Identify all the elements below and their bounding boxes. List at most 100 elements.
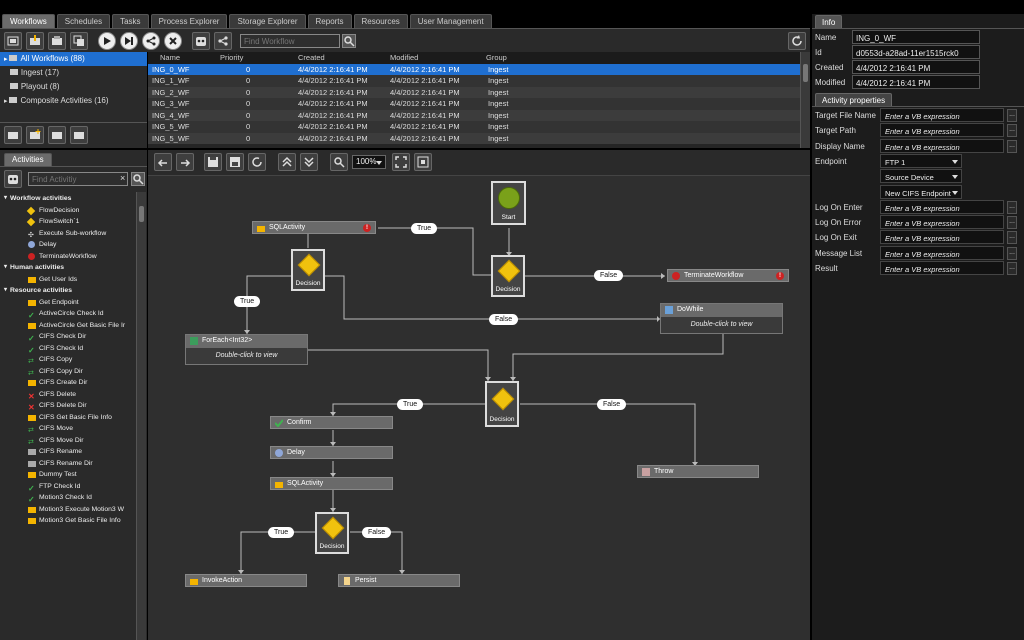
property-dropdown[interactable]: New CIFS Endpoint bbox=[880, 184, 962, 199]
column-header[interactable]: Name bbox=[148, 52, 214, 64]
delay-node[interactable]: Delay bbox=[270, 446, 393, 459]
terminate-workflow-node[interactable]: TerminateWorkflow ! bbox=[667, 269, 789, 282]
tree-item[interactable]: ▸ All Workflows (88) bbox=[0, 52, 147, 66]
tab-resources[interactable]: Resources bbox=[353, 14, 408, 28]
vb-expression-input[interactable]: Enter a VB expression bbox=[880, 123, 1004, 138]
activity-item[interactable]: ⇄ CIFS Move bbox=[2, 423, 134, 435]
decision-node-3[interactable]: Decision bbox=[485, 381, 519, 427]
table-row[interactable]: ING_2_WF 0 4/4/2012 2:16:41 PM 4/4/2012 2:1… bbox=[148, 86, 800, 98]
info-value[interactable]: d0553d-a28ad-11er1515rck0 bbox=[852, 45, 980, 59]
dowhile-node[interactable]: DoWhile Double-click to view bbox=[660, 303, 783, 334]
tree-item[interactable]: Ingest (17) bbox=[0, 66, 147, 80]
tab-tasks[interactable]: Tasks bbox=[112, 14, 149, 28]
table-row[interactable]: ING_5_WF 0 4/4/2012 2:16:41 PM 4/4/2012 2:1… bbox=[148, 121, 800, 133]
expression-editor-button[interactable]: ... bbox=[1007, 139, 1017, 153]
vb-expression-input[interactable]: Enter a VB expression bbox=[880, 261, 1004, 275]
remove-group-icon[interactable] bbox=[70, 126, 88, 144]
activity-item[interactable]: CIFS Create Dir bbox=[2, 377, 134, 389]
tree-item[interactable]: Playout (8) bbox=[0, 80, 147, 94]
table-row[interactable]: ING_3_WF 0 4/4/2012 2:16:41 PM 4/4/2012 2:1… bbox=[148, 98, 800, 110]
expression-editor-button[interactable]: ... bbox=[1007, 231, 1017, 245]
tab-activity-properties[interactable]: Activity properties bbox=[815, 93, 893, 107]
tab-reports[interactable]: Reports bbox=[307, 14, 352, 28]
add-group-icon[interactable] bbox=[26, 126, 44, 144]
expand-all-icon[interactable] bbox=[300, 153, 318, 171]
persist-node[interactable]: Persist bbox=[338, 574, 460, 587]
redo-icon[interactable] bbox=[176, 153, 194, 171]
search-icon[interactable] bbox=[342, 34, 356, 48]
activity-item[interactable]: ✕ CIFS Delete Dir bbox=[2, 400, 134, 412]
undo-icon[interactable] bbox=[154, 153, 172, 171]
connect-icon[interactable] bbox=[214, 32, 232, 50]
activity-search-icon[interactable] bbox=[131, 172, 145, 186]
expression-editor-button[interactable]: ... bbox=[1007, 109, 1017, 122]
foreach-node[interactable]: ForEach<Int32> Double-click to view bbox=[185, 334, 308, 365]
activity-item[interactable]: ✓ CIFS Check Id bbox=[2, 343, 134, 355]
activity-item[interactable]: ✕ CIFS Delete bbox=[2, 389, 134, 401]
column-header[interactable]: Created bbox=[288, 52, 380, 64]
info-value[interactable]: 4/4/2012 2:16:41 PM bbox=[852, 75, 980, 89]
workflow-table-scrollbar[interactable] bbox=[800, 52, 810, 148]
activity-item[interactable]: CIFS Get Basic File Info bbox=[2, 412, 134, 424]
step-icon[interactable] bbox=[120, 32, 138, 50]
save-as-icon[interactable] bbox=[226, 153, 244, 171]
column-header[interactable]: Priority bbox=[214, 52, 288, 64]
vb-expression-input[interactable]: Enter a VB expression bbox=[880, 199, 1004, 214]
activity-item[interactable]: Get User Ids bbox=[2, 274, 134, 286]
column-header[interactable]: Group bbox=[476, 52, 646, 64]
find-activity-input[interactable] bbox=[28, 172, 128, 186]
column-header[interactable]: Modified bbox=[380, 52, 476, 64]
activity-item[interactable]: ActiveCircle Get Basic File Ir bbox=[2, 320, 134, 332]
decision-node-4[interactable]: Decision bbox=[315, 512, 349, 554]
activity-item[interactable]: ⇄ CIFS Copy Dir bbox=[2, 366, 134, 378]
info-value[interactable]: ING_0_WF bbox=[852, 30, 980, 44]
activity-item[interactable]: ✓ ActiveCircle Check Id bbox=[2, 308, 134, 320]
tab-storage-explorer[interactable]: Storage Explorer bbox=[229, 14, 306, 28]
clear-search-icon[interactable]: × bbox=[120, 173, 125, 183]
activity-scrollbar[interactable] bbox=[136, 192, 146, 640]
confirm-node[interactable]: Confirm bbox=[270, 416, 393, 429]
refresh-icon[interactable] bbox=[788, 32, 806, 50]
cancel-icon[interactable] bbox=[164, 32, 182, 50]
collapse-arrow-icon[interactable]: ▾ bbox=[4, 285, 7, 297]
start-node[interactable]: Start bbox=[491, 181, 526, 225]
table-row[interactable]: ING_1_WF 0 4/4/2012 2:16:41 PM 4/4/2012 2:1… bbox=[148, 75, 800, 87]
decision-node-1[interactable]: Decision bbox=[291, 249, 325, 291]
activity-item[interactable]: Dummy Test bbox=[2, 469, 134, 481]
collapse-arrow-icon[interactable]: ▾ bbox=[4, 262, 7, 274]
activity-category[interactable]: ▾ Human activities bbox=[2, 262, 134, 274]
activity-item[interactable]: Delay bbox=[2, 239, 134, 251]
tree-item[interactable]: ▸ Composite Activities (16) bbox=[0, 94, 147, 108]
find-workflow-input[interactable] bbox=[240, 34, 340, 48]
tab-schedules[interactable]: Schedules bbox=[56, 14, 111, 28]
tab-activities[interactable]: Activities bbox=[4, 153, 52, 166]
activity-item[interactable]: TerminateWorkflow bbox=[2, 251, 134, 263]
expression-editor-button[interactable]: ... bbox=[1007, 246, 1017, 260]
export-workflow-icon[interactable] bbox=[48, 32, 66, 50]
sql-activity-node-2[interactable]: SQLActivity bbox=[270, 477, 393, 490]
activity-item[interactable]: ✓ Motion3 Check Id bbox=[2, 492, 134, 504]
activity-item[interactable]: ⇄ CIFS Copy bbox=[2, 354, 134, 366]
import-workflow-icon[interactable] bbox=[26, 32, 44, 50]
activity-item[interactable]: Motion3 Get Basic File Info bbox=[2, 515, 134, 527]
expression-editor-button[interactable]: ... bbox=[1007, 124, 1017, 138]
save-icon[interactable] bbox=[204, 153, 222, 171]
new-workflow-icon[interactable] bbox=[4, 32, 22, 50]
copy-workflow-icon[interactable] bbox=[70, 32, 88, 50]
tab-info[interactable]: Info bbox=[815, 15, 843, 29]
zoom-select[interactable]: 100% bbox=[352, 155, 386, 169]
activity-item[interactable]: Motion3 Execute Motion3 W bbox=[2, 504, 134, 516]
activity-robot-icon[interactable] bbox=[4, 170, 22, 188]
user-robot-icon[interactable] bbox=[192, 32, 210, 50]
decision-node-2[interactable]: Decision bbox=[491, 255, 525, 297]
vb-expression-input[interactable]: Enter a VB expression bbox=[880, 230, 1004, 245]
expression-editor-button[interactable]: ... bbox=[1007, 216, 1017, 230]
expression-editor-button[interactable]: ... bbox=[1007, 262, 1017, 275]
throw-node[interactable]: Throw bbox=[637, 465, 759, 478]
table-row[interactable]: ING_0_WF 0 4/4/2012 2:16:41 PM 4/4/2012 2:1… bbox=[148, 63, 800, 75]
activity-item[interactable]: ✓ FTP Check Id bbox=[2, 481, 134, 493]
activity-item[interactable]: ✣ Execute Sub-workflow bbox=[2, 228, 134, 240]
workflow-designer-canvas[interactable]: Start SQLActivity ! Decision Decision Te… bbox=[148, 176, 810, 640]
sql-activity-node[interactable]: SQLActivity ! bbox=[252, 221, 376, 234]
activity-item[interactable]: ⇄ CIFS Move Dir bbox=[2, 435, 134, 447]
